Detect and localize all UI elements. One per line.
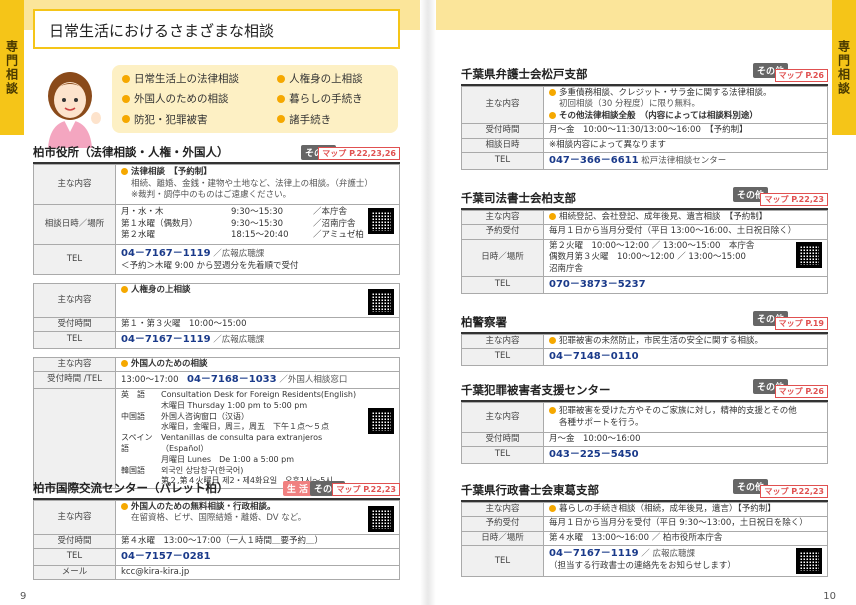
topic-item: 日常生活上の法律相談 <box>122 70 277 87</box>
category-badge: 生 活 <box>282 481 312 496</box>
email-link[interactable]: kcc@kira-kira.jp <box>121 567 189 577</box>
info-table: 主な内容 相続登記、会社登記、成年後見、遺言相談 【予約制】 予約受付 毎月１日から… <box>461 209 828 294</box>
map-link[interactable]: マップ P.22,23 <box>332 483 400 496</box>
qr-code-icon <box>796 548 822 575</box>
map-link[interactable]: マップ P.22,23 <box>760 485 828 498</box>
phone-number[interactable]: 070－3873－5237 <box>549 279 646 290</box>
bengoshi-section: 千葉県弁護士会松戸支部 その他 マップ P.26 主な内容 多重債務相談、クレジッ… <box>461 63 828 170</box>
section-header: 千葉犯罪被害者支援センター その他 マップ P.26 <box>461 379 828 402</box>
info-table: 主な内容 暮らしの手続き相談（相続，成年後見，遺言）【予約制】 予約受付 毎月１日か… <box>461 501 828 578</box>
book-gutter <box>420 0 436 605</box>
topic-item: 暮らしの手続き <box>277 90 388 107</box>
phone-number[interactable]: 04－7148－0110 <box>549 351 639 362</box>
qr-code-icon <box>368 506 394 532</box>
info-table: 主な内容 多重債務相談、クレジット・サラ金に関する法律相談。 初回相談（30 分程度… <box>461 85 828 170</box>
section-title: 千葉県行政書士会東葛支部 <box>461 483 599 497</box>
section-header: 柏市役所（法律相談・人権・外国人） その他 マップ P.22,23,26 <box>33 145 400 164</box>
phone-number[interactable]: 04－7168－1033 <box>187 374 277 385</box>
woman-illustration-icon <box>48 72 101 148</box>
top-band <box>428 0 856 30</box>
section-header: 柏警察署 その他 マップ P.19 <box>461 311 828 334</box>
map-link[interactable]: マップ P.22,23,26 <box>318 147 400 160</box>
booklet-spread: 専門相談 日常生活におけるさまざまな相談 日常生活上の法律相談 人権身の上相談 … <box>0 0 856 605</box>
section-title: 千葉司法書士会柏支部 <box>461 191 576 205</box>
section-tab-right: 専門相談 <box>832 0 856 135</box>
section-header: 千葉県行政書士会東葛支部 その他 マップ P.22,23 <box>461 479 828 502</box>
section-header: 柏市国際交流センター（パレット柏） 生 活 その他 マップ P.22,23 <box>33 481 400 500</box>
qr-code-icon <box>368 208 394 235</box>
qr-code-icon <box>368 289 394 315</box>
info-table: 主な内容 人権身の上相談 受付時間 第１・第３火曜 10:00～15:00 TEL 0… <box>33 283 400 349</box>
topics-box: 日常生活上の法律相談 人権身の上相談 外国人のための相談 暮らしの手続き 防犯・… <box>112 65 398 133</box>
palette-section: 柏市国際交流センター（パレット柏） 生 活 その他 マップ P.22,23 主な… <box>33 481 400 581</box>
info-table: 主な内容 外国人のための無料相談・行政相談。 在留資格、ビザ、国際結婚・離婚、D… <box>33 500 400 581</box>
phone-number[interactable]: 04－7157－0281 <box>121 551 211 562</box>
topic-item: 諸手続き <box>277 111 388 128</box>
topic-item: 外国人のための相談 <box>122 90 277 107</box>
section-title: 柏警察署 <box>461 315 507 329</box>
map-link[interactable]: マップ P.19 <box>774 317 828 330</box>
info-table: 主な内容 犯罪被害を受けた方やそのご家族に対し，精神的支援とその他 各種サポートを行… <box>461 402 828 464</box>
map-link[interactable]: マップ P.22,23 <box>760 193 828 206</box>
section-title: 柏市国際交流センター（パレット柏） <box>33 481 229 495</box>
section-title: 千葉犯罪被害者支援センター <box>461 383 611 397</box>
page-number: 9 <box>20 591 27 602</box>
page-number: 10 <box>823 591 836 602</box>
phone-number[interactable]: 04－7167－1119 <box>549 548 639 559</box>
map-link[interactable]: マップ P.26 <box>774 385 828 398</box>
map-link[interactable]: マップ P.26 <box>774 69 828 82</box>
section-tab-left: 専門相談 <box>0 0 24 135</box>
info-table: 主な内容 法律相談 【予約制】 相続、離婚、金銭・建物や土地など、法律上の相談。… <box>33 164 400 275</box>
qr-code-icon <box>368 407 394 434</box>
section-header: 千葉司法書士会柏支部 その他 マップ P.22,23 <box>461 187 828 210</box>
section-title: 千葉県弁護士会松戸支部 <box>461 67 588 81</box>
right-page: 専門相談 千葉県弁護士会松戸支部 その他 マップ P.26 主な内容 多重債務相談… <box>428 0 856 605</box>
topic-item: 人権身の上相談 <box>277 70 388 87</box>
phone-number[interactable]: 04－7167－1119 <box>121 334 211 345</box>
shiho-section: 千葉司法書士会柏支部 その他 マップ P.22,23 主な内容 相続登記、会社登記… <box>461 187 828 294</box>
left-page: 専門相談 日常生活におけるさまざまな相談 日常生活上の法律相談 人権身の上相談 … <box>0 0 428 605</box>
phone-number[interactable]: 04－7167－1119 <box>121 248 211 259</box>
kashiwa-section: 柏市役所（法律相談・人権・外国人） その他 マップ P.22,23,26 主な内… <box>33 145 400 490</box>
phone-number[interactable]: 043－225－5450 <box>549 449 639 460</box>
qr-code-icon <box>796 241 822 268</box>
phone-number[interactable]: 047－366－6611 <box>549 155 639 166</box>
page-title: 日常生活におけるさまざまな相談 <box>33 9 400 49</box>
victim-section: 千葉犯罪被害者支援センター その他 マップ P.26 主な内容 犯罪被害を受けた方… <box>461 379 828 464</box>
topic-item: 防犯・犯罪被害 <box>122 111 277 128</box>
police-section: 柏警察署 その他 マップ P.19 主な内容 犯罪被害の未然防止，市民生活の安全に… <box>461 311 828 366</box>
info-table: 主な内容 犯罪被害の未然防止，市民生活の安全に関する相談。 TEL 04－7148－… <box>461 333 828 366</box>
section-title: 柏市役所（法律相談・人権・外国人） <box>33 145 229 159</box>
info-table: 主な内容 外国人のための相談 受付時間 /TEL 13:00～17:00 04－71… <box>33 356 400 490</box>
section-header: 千葉県弁護士会松戸支部 その他 マップ P.26 <box>461 63 828 86</box>
gyosei-section: 千葉県行政書士会東葛支部 その他 マップ P.22,23 主な内容 暮らしの手続き… <box>461 479 828 578</box>
